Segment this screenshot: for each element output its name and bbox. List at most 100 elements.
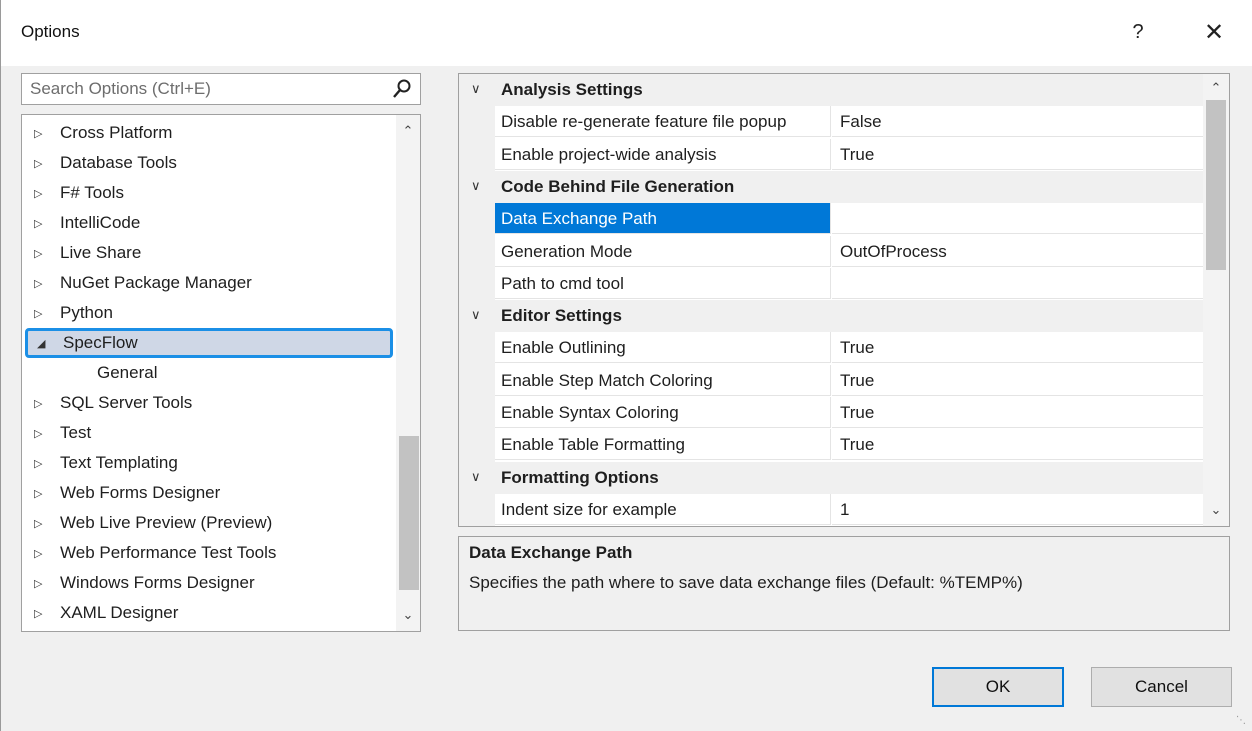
tree-item[interactable]: ▷ Text Templating <box>22 448 394 478</box>
grid-category-row[interactable]: ∨ Editor Settings <box>459 300 1203 333</box>
property-value[interactable] <box>832 203 1203 235</box>
property-name[interactable]: Indent size for example <box>495 493 831 525</box>
collapsed-arrow-icon[interactable]: ▷ <box>34 517 50 530</box>
tree-item-label: SQL Server Tools <box>60 393 193 412</box>
property-name[interactable]: Enable project-wide analysis <box>495 138 831 170</box>
collapsed-arrow-icon[interactable]: ▷ <box>34 157 50 170</box>
grid-scrollbar[interactable]: ⌃ ⌄ <box>1203 74 1229 526</box>
search-input[interactable] <box>22 74 390 104</box>
tree-item-label: IntelliCode <box>60 213 141 232</box>
grid-property-row[interactable]: Enable project-wide analysis True <box>459 138 1203 171</box>
collapsed-arrow-icon[interactable]: ▷ <box>34 607 50 620</box>
tree-item-label: Cross Platform <box>60 123 173 142</box>
close-button[interactable]: ✕ <box>1191 12 1237 52</box>
collapsed-arrow-icon[interactable]: ▷ <box>34 307 50 320</box>
property-name[interactable]: Generation Mode <box>495 235 831 267</box>
grid-category-row[interactable]: ∨ Analysis Settings <box>459 74 1203 106</box>
help-icon: ? <box>1132 20 1144 43</box>
property-name[interactable]: Enable Syntax Coloring <box>495 397 831 428</box>
tree-item[interactable]: ▷ Windows Forms Designer <box>22 568 394 598</box>
grid-property-row[interactable]: Path to cmd tool <box>459 267 1203 300</box>
property-value[interactable]: True <box>832 429 1203 461</box>
collapsed-arrow-icon[interactable]: ▷ <box>34 217 50 230</box>
tree-item[interactable]: ▷ Web Performance Test Tools <box>22 538 394 568</box>
tree-item-label: XAML Designer <box>60 603 179 622</box>
grid-scroll-thumb[interactable] <box>1206 100 1226 270</box>
collapsed-arrow-icon[interactable]: ▷ <box>34 277 50 290</box>
property-value[interactable] <box>832 268 1203 299</box>
scroll-down-icon[interactable]: ⌄ <box>1208 502 1224 518</box>
collapsed-arrow-icon[interactable]: ▷ <box>34 397 50 410</box>
tree-item[interactable]: ▷ Web Forms Designer <box>22 478 394 508</box>
tree-item[interactable]: ▷ Python <box>22 298 394 328</box>
grid-property-row[interactable]: Data Exchange Path <box>459 203 1203 235</box>
property-value[interactable]: True <box>832 397 1203 428</box>
expanded-arrow-icon[interactable]: ◢ <box>37 337 53 350</box>
scroll-down-icon[interactable]: ⌄ <box>400 607 416 623</box>
tree-item[interactable]: ▷ XAML Designer <box>22 598 394 628</box>
description-title: Data Exchange Path <box>469 543 633 562</box>
property-value[interactable]: OutOfProcess <box>832 236 1203 267</box>
help-button[interactable]: ? <box>1115 12 1161 52</box>
grid-property-row[interactable]: Enable Table Formatting True <box>459 429 1203 461</box>
tree-item[interactable]: ▷ SQL Server Tools <box>22 388 394 418</box>
cancel-button[interactable]: Cancel <box>1091 667 1232 707</box>
property-name[interactable]: Enable Step Match Coloring <box>495 364 831 396</box>
collapsed-arrow-icon[interactable]: ▷ <box>34 247 50 260</box>
property-name[interactable]: Enable Table Formatting <box>495 429 831 461</box>
scroll-up-icon[interactable]: ⌃ <box>1208 80 1224 96</box>
collapsed-arrow-icon[interactable]: ▷ <box>34 457 50 470</box>
property-name[interactable]: Path to cmd tool <box>495 267 831 299</box>
dialog-title: Options <box>21 22 80 41</box>
grid-category-label: Analysis Settings <box>501 80 643 99</box>
property-value[interactable]: True <box>832 365 1203 396</box>
collapse-chevron-icon[interactable]: ∨ <box>471 178 487 194</box>
tree-item-label: Live Share <box>60 243 142 262</box>
ok-button[interactable]: OK <box>932 667 1064 707</box>
description-panel: Data Exchange Path Specifies the path wh… <box>458 536 1230 631</box>
tree-item[interactable]: ◢ SpecFlow <box>25 328 393 358</box>
tree-item[interactable]: ▷ Test <box>22 418 394 448</box>
grid-property-row[interactable]: Enable Step Match Coloring True <box>459 364 1203 397</box>
tree-item[interactable]: ▷ IntelliCode <box>22 208 394 238</box>
property-name[interactable]: Enable Outlining <box>495 332 831 364</box>
collapsed-arrow-icon[interactable]: ▷ <box>34 577 50 590</box>
collapsed-arrow-icon[interactable]: ▷ <box>34 127 50 140</box>
collapsed-arrow-icon[interactable]: ▷ <box>34 547 50 560</box>
search-icon[interactable] <box>392 78 412 100</box>
collapse-chevron-icon[interactable]: ∨ <box>471 81 487 97</box>
description-text: Specifies the path where to save data ex… <box>469 573 1023 592</box>
grid-property-row[interactable]: Indent size for example 1 <box>459 493 1203 526</box>
tree-item[interactable]: ▷ Live Share <box>22 238 394 268</box>
tree-item[interactable]: ▷ NuGet Package Manager <box>22 268 394 298</box>
grid-property-row[interactable]: Enable Outlining True <box>459 332 1203 364</box>
grid-property-row[interactable]: Enable Syntax Coloring True <box>459 397 1203 429</box>
grid-category-row[interactable]: ∨ Code Behind File Generation <box>459 170 1203 203</box>
grid-property-row[interactable]: Generation Mode OutOfProcess <box>459 235 1203 268</box>
scroll-up-icon[interactable]: ⌃ <box>400 123 416 139</box>
property-name[interactable]: Disable re-generate feature file popup <box>495 106 831 138</box>
tree-item[interactable]: ▷ Cross Platform <box>22 118 394 148</box>
options-tree: ▷ Cross Platform ▷ Database Tools ▷ F# Tools ▷… <box>21 114 421 632</box>
resize-grip-icon[interactable]: ⋱ <box>1236 715 1248 727</box>
property-value[interactable]: True <box>832 332 1203 364</box>
tree-scrollbar[interactable]: ⌃ ⌄ <box>396 115 420 631</box>
tree-item-label: SpecFlow <box>63 333 138 352</box>
collapse-chevron-icon[interactable]: ∨ <box>471 307 487 323</box>
tree-item-label: Python <box>60 303 113 322</box>
grid-category-row[interactable]: ∨ Formatting Options <box>459 461 1203 494</box>
tree-item[interactable]: ▷ F# Tools <box>22 178 394 208</box>
collapsed-arrow-icon[interactable]: ▷ <box>34 187 50 200</box>
tree-scroll-thumb[interactable] <box>399 436 419 590</box>
collapsed-arrow-icon[interactable]: ▷ <box>34 427 50 440</box>
tree-item[interactable]: ▷ Web Live Preview (Preview) <box>22 508 394 538</box>
grid-property-row[interactable]: Disable re-generate feature file popup Fa… <box>459 106 1203 138</box>
tree-item[interactable]: General <box>22 358 394 388</box>
collapsed-arrow-icon[interactable]: ▷ <box>34 487 50 500</box>
collapse-chevron-icon[interactable]: ∨ <box>471 469 487 485</box>
property-value[interactable]: 1 <box>832 494 1203 525</box>
property-value[interactable]: True <box>832 139 1203 170</box>
tree-item[interactable]: ▷ Database Tools <box>22 148 394 178</box>
property-value[interactable]: False <box>832 106 1203 138</box>
property-name[interactable]: Data Exchange Path <box>495 203 831 235</box>
